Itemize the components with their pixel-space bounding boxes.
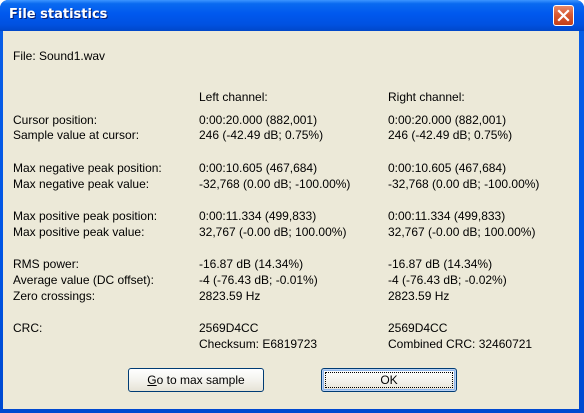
ok-label: OK xyxy=(380,373,398,387)
go-to-max-sample-button[interactable]: Go to max sample xyxy=(128,368,264,392)
dc-offset-left: -4 (-76.43 dB; -0.01%) xyxy=(199,273,318,287)
max-neg-val-right: -32,768 (0.00 dB; -100.00%) xyxy=(388,177,540,191)
zero-crossings-label: Zero crossings: xyxy=(13,289,96,303)
cursor-position-label: Cursor position: xyxy=(13,113,98,127)
right-channel-header: Right channel: xyxy=(388,90,465,104)
rms-power-label: RMS power: xyxy=(13,257,80,271)
window-title: File statistics xyxy=(9,7,108,22)
max-neg-pos-left: 0:00:10.605 (467,684) xyxy=(199,161,318,175)
max-pos-pos-right: 0:00:11.334 (499,833) xyxy=(388,209,506,223)
file-label: File: Sound1.wav xyxy=(13,49,106,63)
max-pos-val-left: 32,767 (-0.00 dB; 100.00%) xyxy=(199,225,347,239)
dc-offset-right: -4 (-76.43 dB; -0.02%) xyxy=(388,273,507,287)
max-neg-val-left: -32,768 (0.00 dB; -100.00%) xyxy=(199,177,351,191)
left-channel-header: Left channel: xyxy=(199,90,268,104)
crc-left: 2569D4CC xyxy=(199,321,259,335)
ok-button[interactable]: OK xyxy=(321,368,457,392)
crc-label: CRC: xyxy=(13,321,43,335)
rms-power-left: -16.87 dB (14.34%) xyxy=(199,257,304,271)
rms-power-right: -16.87 dB (14.34%) xyxy=(388,257,493,271)
max-neg-pos-right: 0:00:10.605 (467,684) xyxy=(388,161,507,175)
zero-crossings-right: 2823.59 Hz xyxy=(388,289,450,303)
close-button[interactable] xyxy=(553,5,574,26)
max-pos-val-right: 32,767 (-0.00 dB; 100.00%) xyxy=(388,225,536,239)
cursor-position-right: 0:00:20.000 (882,001) xyxy=(388,113,507,127)
cursor-position-left: 0:00:20.000 (882,001) xyxy=(199,113,318,127)
max-pos-val-label: Max positive peak value: xyxy=(13,225,145,239)
max-pos-pos-left: 0:00:11.334 (499,833) xyxy=(199,209,317,223)
sample-value-left: 246 (-42.49 dB; 0.75%) xyxy=(199,128,324,142)
combined-crc-right: Combined CRC: 32460721 xyxy=(388,337,533,351)
crc-right: 2569D4CC xyxy=(388,321,448,335)
sample-value-label: Sample value at cursor: xyxy=(13,128,140,142)
sample-value-right: 246 (-42.49 dB; 0.75%) xyxy=(388,128,513,142)
zero-crossings-left: 2823.59 Hz xyxy=(199,289,261,303)
max-pos-pos-label: Max positive peak position: xyxy=(13,209,158,223)
file-statistics-window: File statistics File: Sound1.wav Left ch… xyxy=(0,0,584,413)
go-to-max-label: o to max sample xyxy=(156,373,245,387)
title-bar[interactable]: File statistics xyxy=(0,0,584,31)
close-icon xyxy=(557,9,570,22)
max-neg-pos-label: Max negative peak position: xyxy=(13,161,162,175)
dialog-body: File: Sound1.wav Left channel: Right cha… xyxy=(3,31,579,409)
dc-offset-label: Average value (DC offset): xyxy=(13,273,154,287)
max-neg-val-label: Max negative peak value: xyxy=(13,177,150,191)
checksum-left: Checksum: E6819723 xyxy=(199,337,318,351)
go-to-max-accel: G xyxy=(147,373,157,387)
